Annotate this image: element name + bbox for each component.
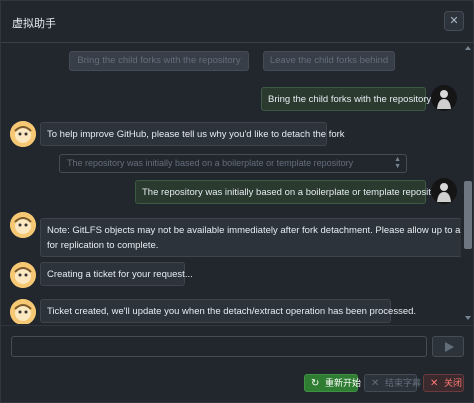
bot-message: Ticket created, we'll update you when th… xyxy=(40,299,416,323)
assistant-dialog: 虚拟助手 ✕ Bring the child forks with the re… xyxy=(0,0,474,403)
scroll-thumb[interactable] xyxy=(464,181,472,249)
bot-message: Note: GitLFS objects may not be availabl… xyxy=(40,218,461,257)
scroll-down-icon[interactable] xyxy=(465,316,471,320)
close-button[interactable]: ✕ 关闭 xyxy=(423,374,464,392)
bot-avatar-icon xyxy=(10,212,36,238)
bot-message-line: for replication to complete. xyxy=(47,240,159,251)
close-label: 关闭 xyxy=(444,378,463,388)
end-subtitles-button[interactable]: ✕ 结束字幕 xyxy=(364,374,421,392)
composer: ↻ 重新开始 ✕ 结束字幕 ✕ 关闭 xyxy=(1,325,473,403)
bot-message-line: Note: GitLFS objects may not be availabl… xyxy=(47,225,461,236)
close-icon: ✕ xyxy=(430,378,439,389)
restart-button[interactable]: ↻ 重新开始 xyxy=(304,374,362,392)
user-message: The repository was initially based on a … xyxy=(135,180,444,204)
dialog-titlebar: 虚拟助手 ✕ xyxy=(1,1,473,43)
bot-message: Creating a ticket for your request... xyxy=(40,262,193,286)
detach-reason-select[interactable]: The repository was initially based on a … xyxy=(59,154,407,173)
detach-reason-select-value: The repository was initially based on a … xyxy=(67,158,354,168)
chat-log[interactable]: Bring the child forks with the repositor… xyxy=(1,44,461,324)
message-input[interactable] xyxy=(11,336,427,357)
bot-message: To help improve GitHub, please tell us w… xyxy=(40,122,345,146)
bot-avatar-icon xyxy=(10,299,36,324)
user-avatar-icon xyxy=(431,85,457,111)
dialog-title: 虚拟助手 xyxy=(12,18,56,30)
scroll-up-icon[interactable] xyxy=(465,46,471,50)
send-button[interactable] xyxy=(432,336,464,357)
user-message: Bring the child forks with the repositor… xyxy=(261,87,431,111)
bot-avatar-icon xyxy=(10,121,36,147)
end-label: 结束字幕 xyxy=(385,378,422,388)
option-bring-child-forks-button[interactable]: Bring the child forks with the repositor… xyxy=(69,51,249,71)
option-leave-child-forks-button[interactable]: Leave the child forks behind xyxy=(263,51,395,71)
refresh-icon: ↻ xyxy=(311,378,320,389)
x-icon: ✕ xyxy=(371,378,380,389)
restart-label: 重新开始 xyxy=(325,378,362,388)
select-arrows-icon: ▲ ▼ xyxy=(394,156,401,170)
chat-scrollbar[interactable] xyxy=(463,44,473,324)
bot-avatar-icon xyxy=(10,262,36,288)
send-arrow-icon xyxy=(445,342,454,352)
user-avatar-icon xyxy=(431,178,457,204)
close-icon[interactable]: ✕ xyxy=(444,11,464,31)
